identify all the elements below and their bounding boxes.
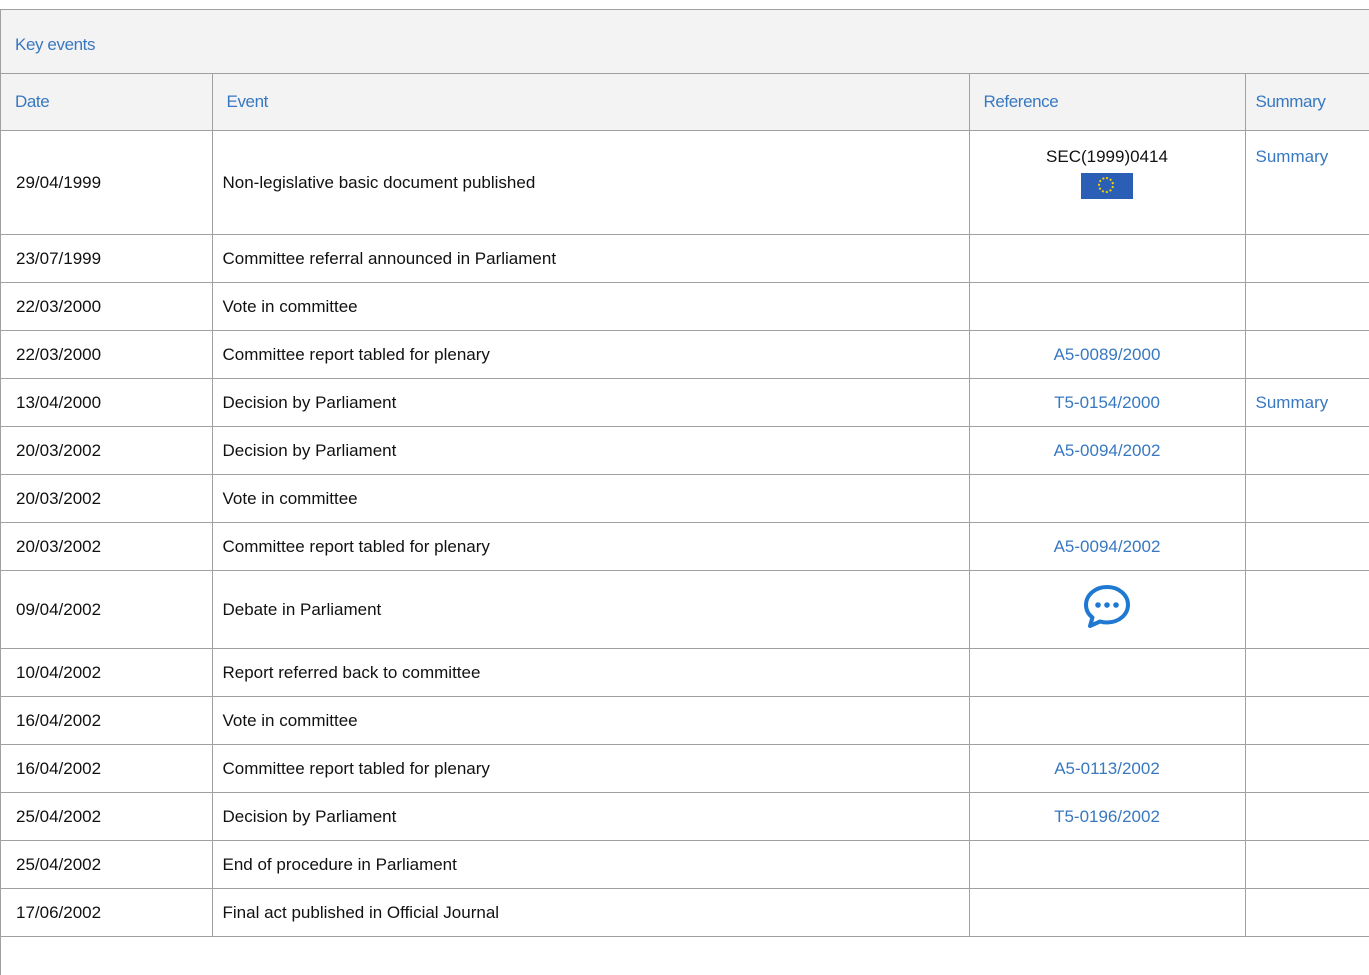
event-cell: Debate in Parliament [212,570,970,649]
table-row: 09/04/2002 Debate in Parliament [1,570,1369,649]
date-cell: 20/03/2002 [1,474,213,523]
summary-cell [1245,234,1369,283]
table-row: 20/03/2002 Decision by Parliament A5-009… [1,426,1369,475]
reference-cell [969,234,1246,283]
key-events-panel: Key events Date Event Reference Summary … [0,9,1369,975]
reference-cell [969,474,1246,523]
reference-cell [969,282,1246,331]
date-cell: 13/04/2000 [1,378,213,427]
date-cell: 25/04/2002 [1,840,213,889]
summary-cell [1245,426,1369,475]
reference-cell: A5-0094/2002 [969,522,1246,571]
summary-cell [1245,648,1369,697]
table-row: 22/03/2000 Committee report tabled for p… [1,330,1369,379]
event-cell: Vote in committee [212,474,970,523]
date-cell: 17/06/2002 [1,888,213,937]
reference-cell [969,840,1246,889]
reference-cell [969,648,1246,697]
reference-link[interactable]: A5-0094/2002 [1054,441,1161,460]
event-cell: Committee report tabled for plenary [212,330,970,379]
debate-speech-bubble-icon[interactable] [1082,582,1132,632]
date-cell: 29/04/1999 [1,130,213,235]
reference-link[interactable]: T5-0196/2002 [1054,807,1160,826]
reference-cell [969,570,1246,649]
column-header-reference[interactable]: Reference [969,74,1246,131]
date-cell: 16/04/2002 [1,696,213,745]
table-row: 16/04/2002 Committee report tabled for p… [1,744,1369,793]
table-row: 16/04/2002 Vote in committee [1,696,1369,745]
summary-link[interactable]: Summary [1256,147,1329,166]
summary-cell [1245,888,1369,937]
reference-link[interactable]: A5-0113/2002 [1054,759,1160,778]
event-cell: Final act published in Official Journal [212,888,970,937]
table-row: 25/04/2002 Decision by Parliament T5-019… [1,792,1369,841]
reference-link[interactable]: T5-0154/2000 [1054,393,1160,412]
date-cell: 09/04/2002 [1,570,213,649]
column-header-event[interactable]: Event [212,74,970,131]
event-cell: Decision by Parliament [212,426,970,475]
table-row: 23/07/1999 Committee referral announced … [1,234,1369,283]
event-cell: Decision by Parliament [212,378,970,427]
event-cell: Committee report tabled for plenary [212,522,970,571]
reference-link[interactable]: A5-0089/2000 [1054,345,1161,364]
summary-cell: Summary [1245,130,1369,235]
summary-cell [1245,792,1369,841]
table-row: 17/06/2002 Final act published in Offici… [1,888,1369,937]
eu-flag-icon[interactable] [1081,173,1133,199]
reference-cell: T5-0196/2002 [969,792,1246,841]
event-cell: Vote in committee [212,282,970,331]
event-cell: Non-legislative basic document published [212,130,970,235]
reference-cell: SEC(1999)0414 [969,130,1246,235]
reference-cell: A5-0089/2000 [969,330,1246,379]
date-cell: 20/03/2002 [1,522,213,571]
summary-cell [1245,570,1369,649]
date-cell: 22/03/2000 [1,330,213,379]
table-row: 10/04/2002 Report referred back to commi… [1,648,1369,697]
table-header-row: Date Event Reference Summary [1,74,1369,131]
reference-cell [969,888,1246,937]
key-events-table: Date Event Reference Summary 29/04/1999 … [1,74,1369,937]
reference-cell: A5-0094/2002 [969,426,1246,475]
summary-cell [1245,330,1369,379]
date-cell: 16/04/2002 [1,744,213,793]
table-row: 20/03/2002 Vote in committee [1,474,1369,523]
date-cell: 10/04/2002 [1,648,213,697]
table-row: 20/03/2002 Committee report tabled for p… [1,522,1369,571]
column-header-date[interactable]: Date [1,74,213,131]
date-cell: 23/07/1999 [1,234,213,283]
summary-link[interactable]: Summary [1256,393,1329,412]
table-row: 25/04/2002 End of procedure in Parliamen… [1,840,1369,889]
summary-cell [1245,522,1369,571]
event-cell: Report referred back to committee [212,648,970,697]
table-row: 13/04/2000 Decision by Parliament T5-015… [1,378,1369,427]
event-cell: End of procedure in Parliament [212,840,970,889]
table-row: 22/03/2000 Vote in committee [1,282,1369,331]
event-cell: Vote in committee [212,696,970,745]
column-header-summary[interactable]: Summary [1245,74,1369,131]
summary-cell: Summary [1245,378,1369,427]
reference-cell: T5-0154/2000 [969,378,1246,427]
event-cell: Committee referral announced in Parliame… [212,234,970,283]
summary-cell [1245,696,1369,745]
date-cell: 20/03/2002 [1,426,213,475]
event-cell: Committee report tabled for plenary [212,744,970,793]
reference-cell: A5-0113/2002 [969,744,1246,793]
event-cell: Decision by Parliament [212,792,970,841]
date-cell: 22/03/2000 [1,282,213,331]
summary-cell [1245,282,1369,331]
table-row: 29/04/1999 Non-legislative basic documen… [1,130,1369,235]
date-cell: 25/04/2002 [1,792,213,841]
reference-link[interactable]: A5-0094/2002 [1054,537,1161,556]
reference-cell [969,696,1246,745]
summary-cell [1245,744,1369,793]
panel-title: Key events [1,10,1369,74]
reference-text: SEC(1999)0414 [1046,147,1168,166]
summary-cell [1245,840,1369,889]
summary-cell [1245,474,1369,523]
